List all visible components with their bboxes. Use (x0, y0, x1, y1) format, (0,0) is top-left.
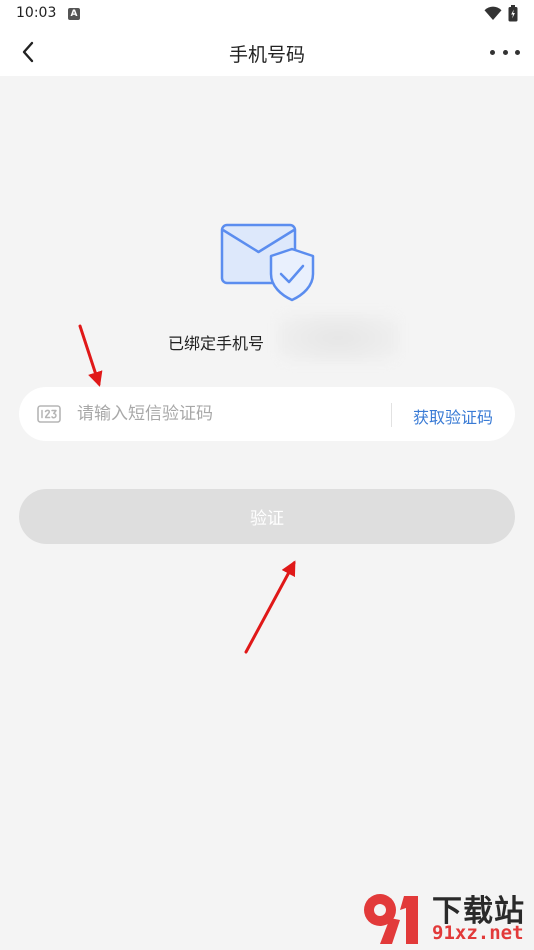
keypad-123-icon (37, 405, 61, 423)
bound-phone-label: 已绑定手机号 (168, 334, 265, 353)
get-code-button[interactable]: 获取验证码 (413, 404, 493, 428)
envelope-shield-illustration (220, 223, 315, 302)
nav-bar: 手机号码 (0, 28, 534, 76)
watermark-domain: 91xz.net (432, 922, 524, 944)
annotation-arrows (78, 324, 296, 654)
watermark: 下载站 91xz.net (360, 884, 534, 950)
notification-app-icon: A (68, 8, 80, 20)
wifi-icon (484, 6, 502, 20)
more-horizontal-icon (490, 49, 495, 55)
bound-phone-number-blurred (276, 312, 400, 364)
status-bar: 10:03 A (0, 0, 534, 28)
input-divider (391, 403, 392, 427)
battery-icon (508, 5, 518, 22)
arrow-to-code-input (78, 324, 103, 387)
more-button[interactable] (490, 40, 520, 64)
page-title: 手机号码 (228, 44, 305, 66)
shield-check-icon (269, 247, 315, 302)
verify-button[interactable]: 验证 (19, 489, 515, 544)
verification-code-field: 获取验证码 (19, 387, 515, 441)
status-time: 10:03 (16, 5, 57, 21)
91-logo (364, 894, 418, 944)
code-input[interactable] (77, 397, 387, 431)
arrow-to-verify-button (244, 560, 296, 654)
